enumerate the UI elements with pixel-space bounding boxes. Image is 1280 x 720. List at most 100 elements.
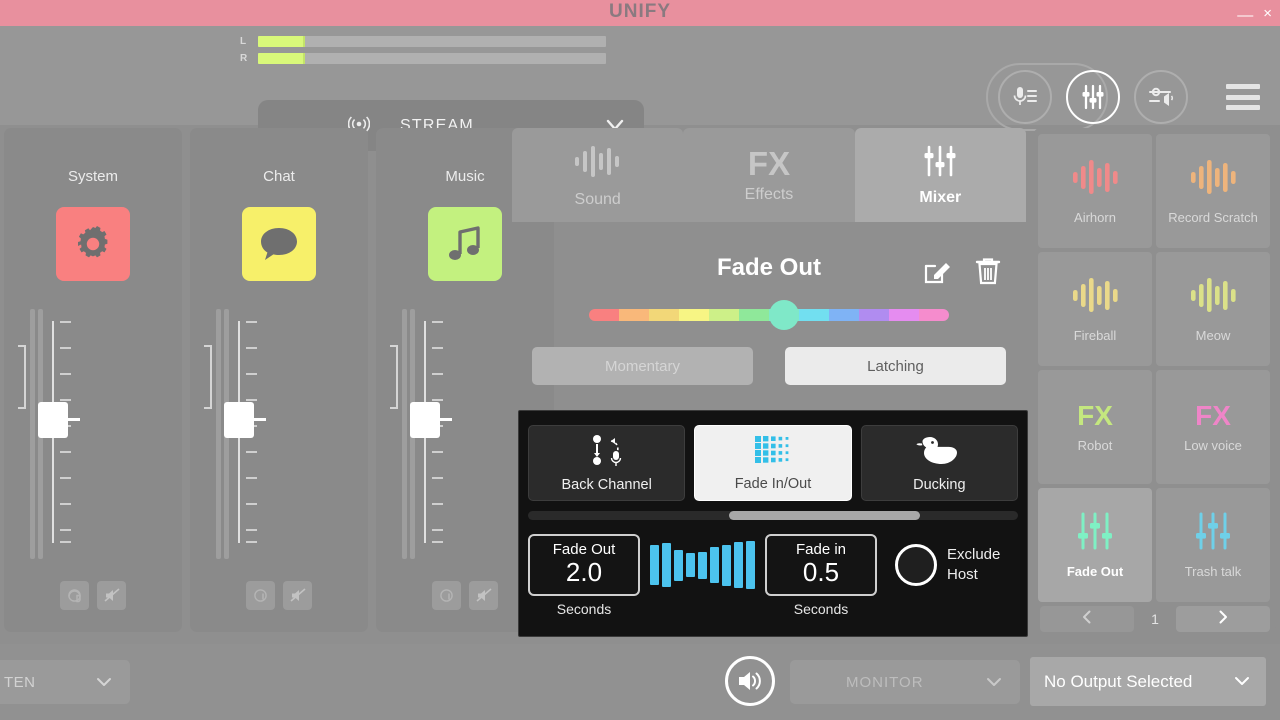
chevron-down-icon [94,672,114,697]
meter-row-right: R [240,51,630,65]
title-bar: UNIFY — × [0,0,1280,26]
chevron-down-icon [1232,671,1252,696]
fade-in-group: Fade in 0.5 Seconds [765,534,877,617]
back-channel-card[interactable]: Back Channel [528,425,685,501]
mic-list-icon[interactable] [998,70,1052,124]
duck-icon [916,433,962,472]
mixer-sliders-icon [1192,511,1234,556]
sound-cell-label: Fireball [1074,328,1117,343]
sound-cell-label: Record Scratch [1168,210,1258,225]
fade-out-field[interactable]: Fade Out 2.0 [528,534,640,596]
window-controls: — × [1237,0,1272,26]
mode-label: Momentary [605,358,680,375]
fade-in-field[interactable]: Fade in 0.5 [765,534,877,596]
sound-cell-meow[interactable]: Meow [1156,252,1270,366]
mode-momentary-button[interactable]: Momentary [532,347,753,385]
header-icon-cluster [998,70,1188,124]
waveform-icon [1187,275,1239,320]
speaker-volume-icon[interactable] [725,656,775,706]
waveform-icon [1069,275,1121,320]
hamburger-menu-icon[interactable] [1226,84,1260,110]
chat-bubble-icon[interactable] [242,207,316,281]
color-slider-thumb[interactable] [769,300,799,330]
sound-cell-fireball[interactable]: Fireball [1038,252,1152,366]
mute-speaker-icon[interactable] [283,581,312,610]
fade-dots-icon [753,434,793,471]
tab-bar: Sound FX Effects Mixer [512,128,1026,222]
sound-cell-record-scratch[interactable]: Record Scratch [1156,134,1270,248]
fade-settings-overlay: Back Channel [518,410,1028,637]
channel-buttons [190,581,368,610]
fader[interactable] [4,309,182,559]
color-slider[interactable] [589,309,949,321]
mixer-sliders-icon [1074,511,1116,556]
fade-out-value: 2.0 [566,558,602,588]
output-device-label: No Output Selected [1044,672,1192,692]
headphone-icon[interactable] [60,581,89,610]
fader-knob[interactable] [410,402,440,438]
mixer-sliders-icon [921,144,959,183]
mute-speaker-icon[interactable] [469,581,498,610]
sound-cell-label: Robot [1078,438,1113,453]
tab-effects[interactable]: FX Effects [683,128,854,222]
output-device-dropdown[interactable]: No Output Selected [1030,657,1266,706]
close-button[interactable]: × [1263,6,1272,21]
back-channel-icon [585,433,629,472]
fade-out-group: Fade Out 2.0 Seconds [528,534,640,617]
minimize-button[interactable]: — [1237,8,1253,24]
channel-buttons [4,581,182,610]
headphone-icon[interactable] [432,581,461,610]
channel-name: Chat [190,168,368,185]
fade-out-unit: Seconds [528,601,640,617]
fader[interactable] [190,309,368,559]
edit-pencil-icon[interactable] [922,256,952,291]
monitor-dropdown[interactable]: MONITOR [790,660,1020,704]
waveform-icon [1187,157,1239,202]
horizontal-scrollbar[interactable] [528,511,1018,520]
mute-speaker-icon[interactable] [97,581,126,610]
tab-sound[interactable]: Sound [512,128,683,222]
sound-cell-trash-talk[interactable]: Trash talk [1156,488,1270,602]
app-window: UNIFY — × L R [0,0,1280,720]
music-note-icon[interactable] [428,207,502,281]
prev-page-button[interactable] [1040,606,1134,632]
fader-knob[interactable] [224,402,254,438]
sound-cell-robot[interactable]: FX Robot [1038,370,1152,484]
sound-cell-low-voice[interactable]: FX Low voice [1156,370,1270,484]
fade-in-unit: Seconds [765,601,877,617]
tab-mixer[interactable]: Mixer [855,128,1026,222]
fade-in-value: 0.5 [803,558,839,588]
chevron-right-icon [1215,609,1231,630]
mode-label: Latching [867,358,924,375]
sound-cell-fade-out[interactable]: Fade Out [1038,488,1152,602]
meter-track-left [258,36,606,47]
channel-strip-system: System [4,128,182,632]
fader-knob[interactable] [38,402,68,438]
gear-icon[interactable] [56,207,130,281]
exclude-host-toggle[interactable] [895,544,937,586]
listen-label: TEN [4,674,36,691]
monitor-label: MONITOR [846,674,924,691]
listen-dropdown[interactable]: TEN [0,660,130,704]
footer-bar: TEN MONITOR No Output Selected [0,644,1280,720]
mixer-sliders-icon[interactable] [1066,70,1120,124]
level-meters: L R [240,34,630,68]
headphone-icon[interactable] [246,581,275,610]
mode-latching-button[interactable]: Latching [785,347,1006,385]
waveform-icon [571,142,625,185]
trigger-mode-group: Momentary Latching [532,347,1006,385]
meter-row-left: L [240,34,630,48]
trash-icon[interactable] [974,256,1002,291]
channel-name: System [4,168,182,185]
fx-icon: FX [1077,402,1113,430]
sound-cell-airhorn[interactable]: Airhorn [1038,134,1152,248]
meter-track-right [258,53,606,64]
tab-label: Mixer [919,189,961,207]
sound-cell-label: Meow [1196,328,1231,343]
title-actions [922,256,1002,291]
audio-routing-icon[interactable] [1134,70,1188,124]
ducking-card[interactable]: Ducking [861,425,1018,501]
exclude-host-row: Exclude Host [895,534,1000,596]
next-page-button[interactable] [1176,606,1270,632]
fade-in-out-card[interactable]: Fade In/Out [694,425,851,501]
